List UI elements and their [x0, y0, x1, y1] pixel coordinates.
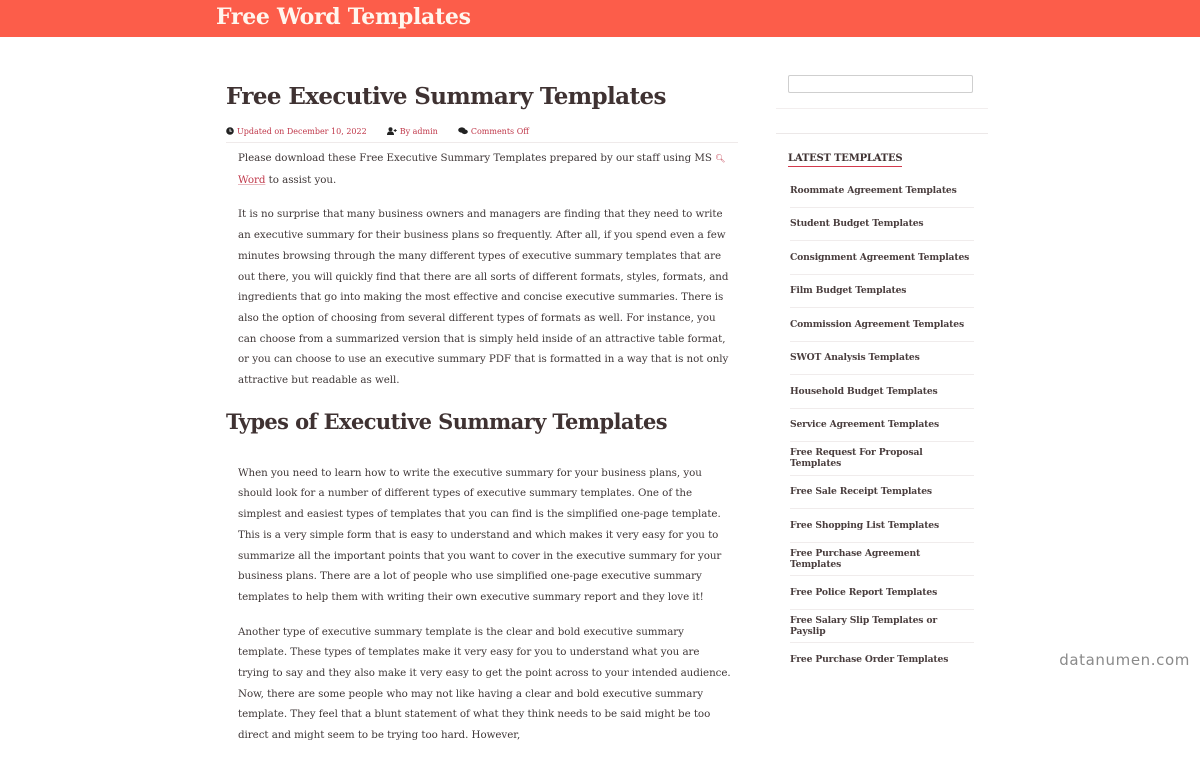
latest-template-link[interactable]: SWOT Analysis Templates [790, 352, 920, 363]
latest-template-link[interactable]: Free Request For Proposal Templates [790, 447, 974, 469]
intro-text-end: to assist you. [268, 173, 337, 186]
comments-icon [458, 127, 468, 135]
updated-date-link[interactable]: Updated on December 10, 2022 [226, 127, 367, 136]
updated-date: Updated on December 10, 2022 [237, 126, 367, 136]
site-header: Free Word Templates [0, 0, 1200, 37]
meta-divider [226, 142, 738, 143]
list-item: Service Agreement Templates [790, 409, 974, 442]
latest-template-link[interactable]: Free Police Report Templates [790, 587, 937, 598]
section-heading-wrap: Types of Executive Summary Templates [226, 405, 733, 463]
latest-template-link[interactable]: Household Budget Templates [790, 386, 938, 397]
intro-text: Please download these Free Executive Sum… [238, 152, 712, 164]
list-item: Roommate Agreement Templates [790, 174, 974, 208]
list-item: Film Budget Templates [790, 275, 974, 308]
section-heading: Types of Executive Summary Templates [226, 408, 668, 434]
latest-template-link[interactable]: Free Salary Slip Templates or Payslip [790, 615, 974, 637]
latest-template-link[interactable]: Student Budget Templates [790, 218, 924, 229]
list-item: Free Purchase Order Templates [790, 643, 974, 677]
latest-template-link[interactable]: Free Sale Receipt Templates [790, 486, 932, 497]
author-link[interactable]: By admin [386, 126, 438, 136]
paragraph: It is no surprise that many business own… [238, 208, 729, 387]
site-title-link[interactable]: Free Word Templates [216, 4, 471, 30]
comments-status: Comments Off [470, 126, 529, 136]
list-item: Free Shopping List Templates [790, 509, 974, 543]
list-item: Free Purchase Agreement Templates [790, 543, 974, 576]
list-item: Consignment Agreement Templates [790, 241, 974, 275]
list-item: Free Request For Proposal Templates [790, 442, 974, 476]
paragraph: Another type of executive summary templa… [238, 625, 731, 742]
list-item: SWOT Analysis Templates [790, 342, 974, 375]
author-name: By admin [399, 126, 438, 136]
intro-paragraph: Please download these Free Executive Sum… [238, 148, 733, 190]
sidebar-divider [776, 108, 988, 109]
comments-link[interactable]: Comments Off [458, 127, 529, 136]
sidebar-divider [776, 133, 988, 134]
latest-template-link[interactable]: Service Agreement Templates [790, 419, 939, 430]
list-item: Household Budget Templates [790, 375, 974, 409]
latest-templates-heading: LATEST TEMPLATES [788, 153, 903, 167]
post-meta: Updated on December 10, 2022 By admin Co… [226, 123, 738, 139]
latest-template-link[interactable]: Free Shopping List Templates [790, 520, 939, 531]
clock-icon [226, 127, 234, 135]
list-item: Free Police Report Templates [790, 576, 974, 610]
page-title: Free Executive Summary Templates [226, 83, 666, 110]
main-content: Free Executive Summary Templates Updated… [226, 80, 738, 741]
latest-template-link[interactable]: Commission Agreement Templates [790, 319, 964, 330]
list-item: Student Budget Templates [790, 208, 974, 241]
search-input[interactable] [788, 75, 973, 93]
paragraph: When you need to learn how to write the … [238, 466, 722, 603]
list-item: Free Salary Slip Templates or Payslip [790, 610, 974, 643]
latest-template-link[interactable]: Free Purchase Order Templates [790, 654, 948, 665]
search-icon: 🔍︎ [715, 154, 726, 163]
user-plus-icon [386, 127, 397, 135]
list-item: Commission Agreement Templates [790, 308, 974, 342]
latest-template-link[interactable]: Roommate Agreement Templates [790, 185, 957, 196]
post-body: Please download these Free Executive Sum… [226, 148, 733, 760]
latest-template-link[interactable]: Consignment Agreement Templates [790, 252, 969, 263]
latest-template-link[interactable]: Film Budget Templates [790, 285, 906, 296]
latest-templates-list: Roommate Agreement Templates Student Bud… [790, 174, 974, 677]
watermark: datanumen.com [1059, 651, 1190, 669]
list-item: Free Sale Receipt Templates [790, 476, 974, 509]
word-link-label: Word [238, 173, 266, 186]
latest-template-link[interactable]: Free Purchase Agreement Templates [790, 548, 974, 570]
